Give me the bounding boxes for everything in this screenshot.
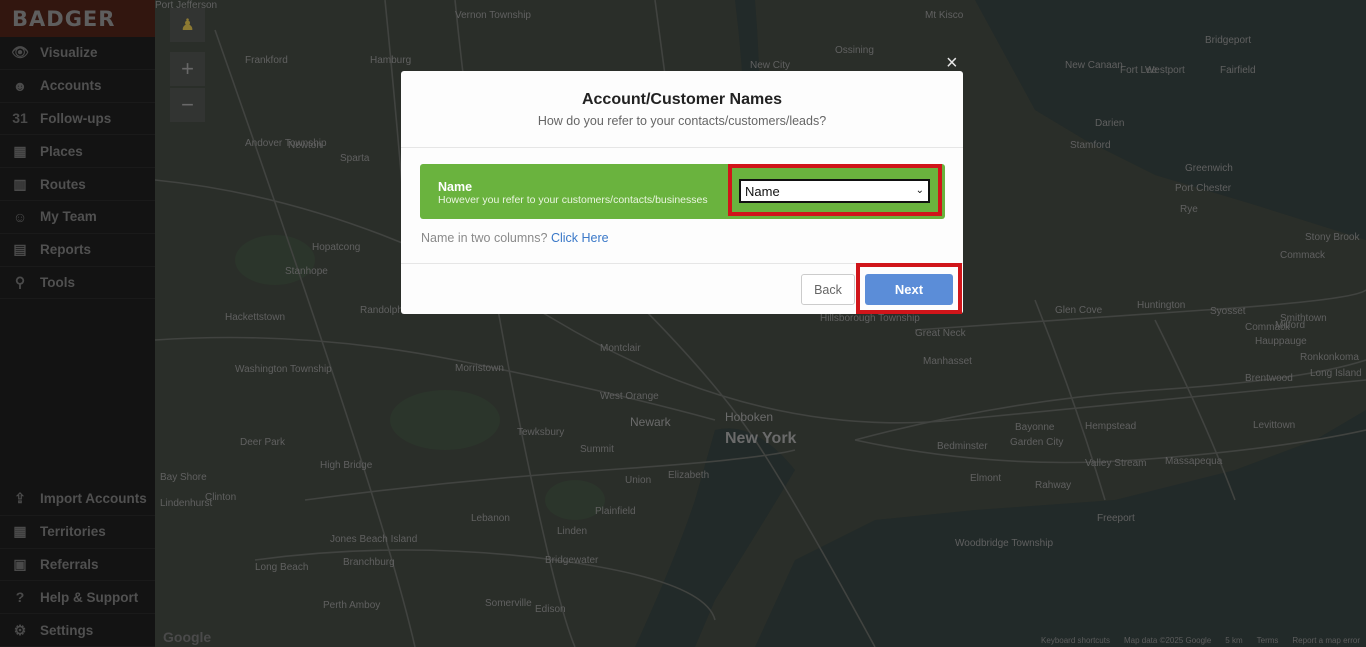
close-icon[interactable]: × bbox=[946, 52, 958, 75]
click-here-link[interactable]: Click Here bbox=[551, 231, 609, 245]
field-description: However you refer to your customers/cont… bbox=[438, 194, 708, 206]
dialog-title: Account/Customer Names bbox=[581, 91, 783, 108]
two-columns-text: Name in two columns? bbox=[421, 231, 548, 245]
divider bbox=[401, 147, 963, 148]
back-button[interactable]: Back bbox=[801, 274, 855, 305]
dialog-subtitle: How do you refer to your contacts/custom… bbox=[537, 114, 827, 128]
two-columns-hint: Name in two columns? Click Here bbox=[421, 231, 609, 245]
select-value: Name bbox=[745, 183, 780, 199]
chevron-down-icon: ⌄ bbox=[915, 185, 924, 196]
name-select[interactable]: Name ⌄ bbox=[739, 179, 930, 203]
account-names-dialog: Account/Customer Names How do you refer … bbox=[401, 71, 963, 314]
field-title: Name bbox=[438, 180, 473, 194]
next-button[interactable]: Next bbox=[865, 274, 953, 305]
